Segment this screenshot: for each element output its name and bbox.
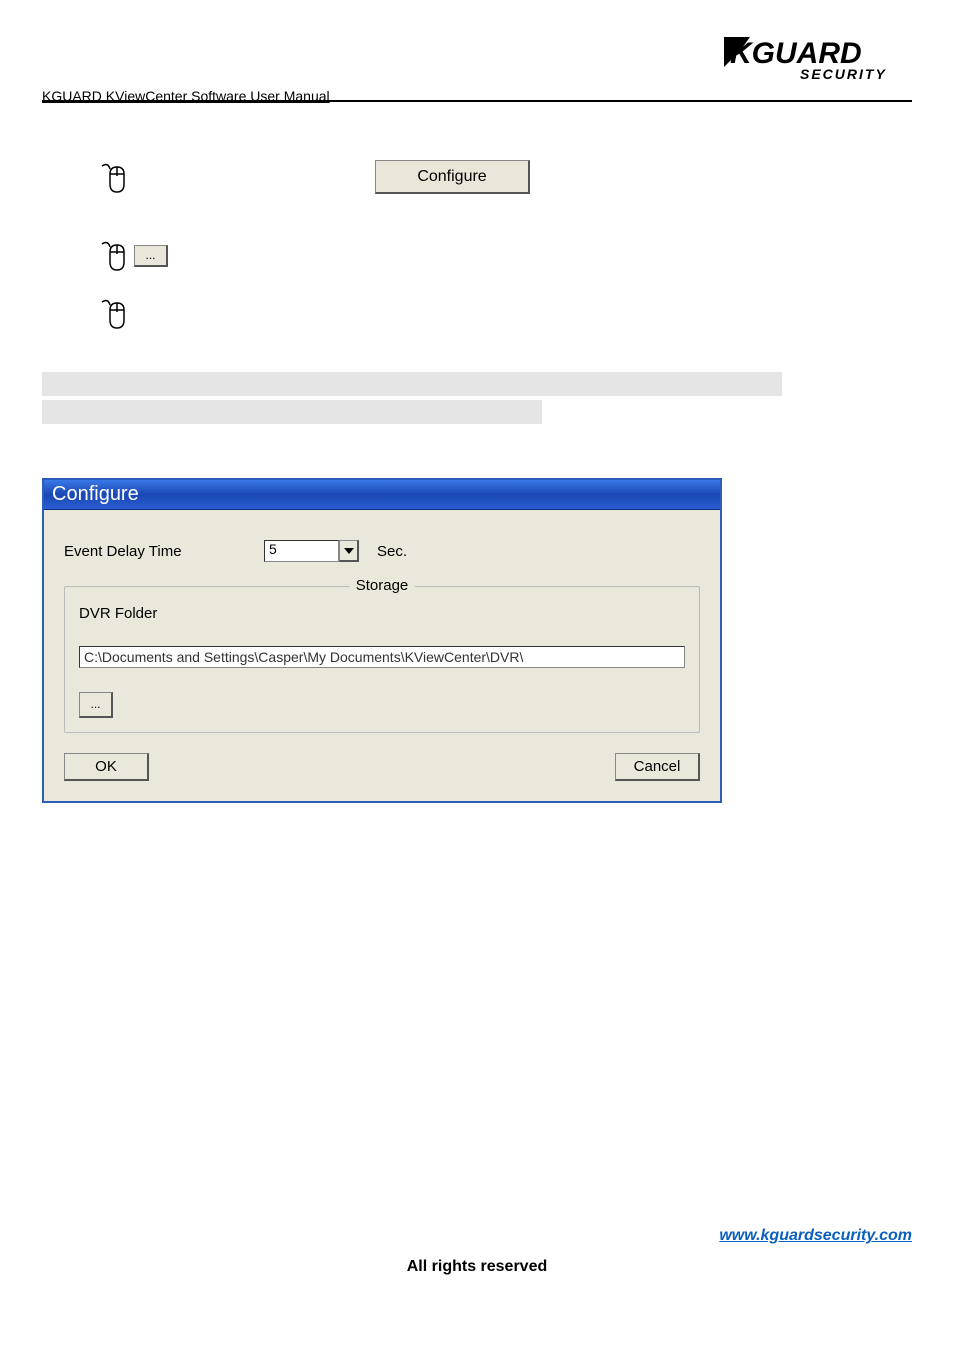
gray-bar-2 bbox=[42, 400, 542, 424]
storage-legend: Storage bbox=[350, 577, 415, 594]
event-delay-input[interactable]: 5 bbox=[264, 540, 339, 562]
sec-label: Sec. bbox=[377, 543, 407, 560]
ok-button[interactable]: OK bbox=[64, 753, 149, 781]
footer-link[interactable]: www.kguardsecurity.com bbox=[719, 1227, 912, 1245]
mouse-click-icon bbox=[100, 162, 128, 194]
mouse-click-icon bbox=[100, 240, 128, 272]
step-row-2: ... bbox=[100, 240, 168, 272]
logo: KGUARD SECURITY bbox=[722, 35, 912, 83]
event-delay-combo[interactable]: 5 bbox=[264, 540, 359, 562]
configure-dialog: Configure Event Delay Time 5 Sec. Storag… bbox=[42, 478, 722, 803]
header-divider bbox=[42, 100, 912, 102]
mouse-click-icon bbox=[100, 298, 128, 330]
gray-bar-1 bbox=[42, 372, 782, 396]
dvr-path-input[interactable] bbox=[79, 646, 685, 668]
storage-fieldset: Storage DVR Folder ... bbox=[64, 586, 700, 733]
cancel-button[interactable]: Cancel bbox=[615, 753, 700, 781]
browse-button[interactable]: ... bbox=[79, 692, 113, 718]
browse-small-button[interactable]: ... bbox=[134, 245, 168, 267]
step-row-1 bbox=[100, 162, 128, 194]
dvr-folder-label: DVR Folder bbox=[79, 605, 685, 622]
dialog-titlebar[interactable]: Configure bbox=[44, 480, 720, 510]
dialog-title: Configure bbox=[52, 483, 139, 506]
step-row-3 bbox=[100, 298, 128, 330]
event-delay-label: Event Delay Time bbox=[64, 543, 264, 560]
configure-button[interactable]: Configure bbox=[375, 160, 530, 194]
footer-rights: All rights reserved bbox=[0, 1258, 954, 1276]
chevron-down-icon[interactable] bbox=[339, 540, 359, 562]
svg-text:SECURITY: SECURITY bbox=[800, 66, 887, 82]
